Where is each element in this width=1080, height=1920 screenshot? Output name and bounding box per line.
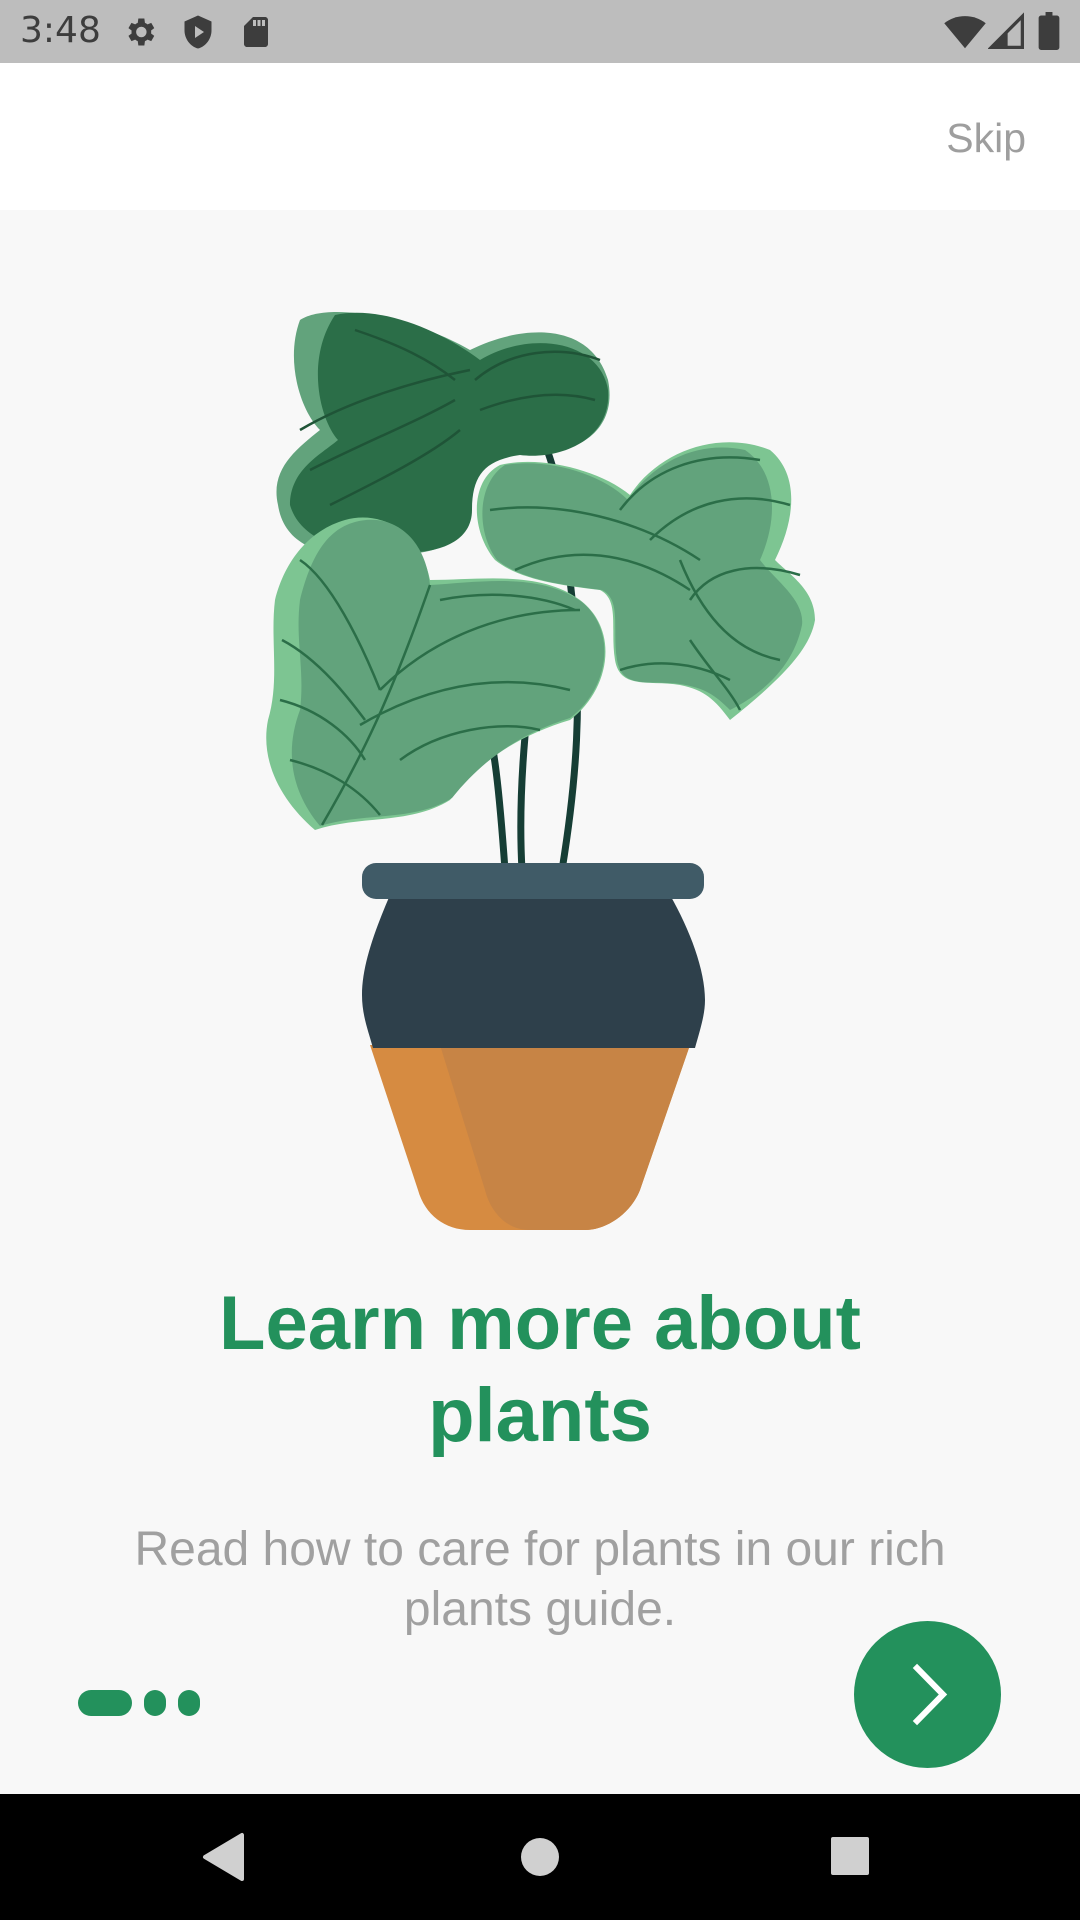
settings-icon <box>128 18 155 46</box>
home-icon <box>521 1838 559 1876</box>
page-indicator-dot-active <box>78 1690 132 1716</box>
nav-home-button[interactable] <box>440 1794 640 1920</box>
shield-play-icon <box>184 15 212 49</box>
next-button[interactable] <box>854 1621 1001 1768</box>
back-icon <box>203 1833 244 1881</box>
recents-icon <box>831 1837 869 1875</box>
cell-signal-icon <box>988 12 1024 49</box>
status-time: 3:48 <box>20 10 101 51</box>
page-indicator-dot <box>144 1690 166 1716</box>
potted-plant-illustration <box>266 311 815 1230</box>
wifi-icon <box>944 16 986 49</box>
nav-back-button[interactable] <box>125 1794 325 1920</box>
sd-card-icon <box>244 17 268 47</box>
status-bar: 3:48 <box>0 0 1080 63</box>
system-nav-bar <box>0 1794 1080 1920</box>
chevron-right-icon <box>912 1663 948 1726</box>
onboarding-title: Learn more about plants <box>219 1281 861 1458</box>
onboarding-screen: 3:48 Skip Learn more about plants Read h… <box>0 0 1080 1920</box>
onboarding-subtitle: Read how to care for plants in our rich … <box>134 1523 946 1636</box>
skip-button[interactable]: Skip <box>946 115 1026 162</box>
top-app-bar: Skip <box>0 63 1080 210</box>
battery-icon <box>1038 12 1060 50</box>
nav-recents-button[interactable] <box>750 1794 950 1920</box>
page-indicator-dot <box>178 1690 200 1716</box>
